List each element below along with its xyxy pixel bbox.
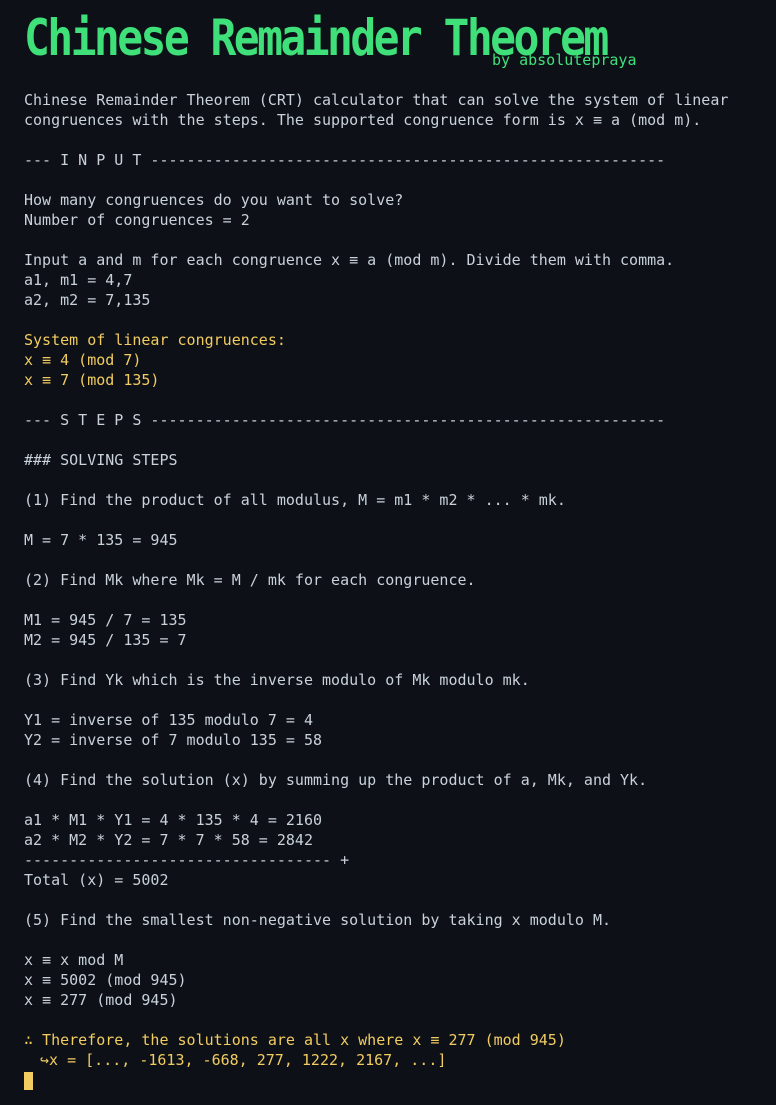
prompt-count: How many congruences do you want to solv… (24, 191, 404, 209)
conclusion-line: ∴ Therefore, the solutions are all x whe… (24, 1031, 566, 1049)
prompt-values: Input a and m for each congruence x ≡ a … (24, 251, 675, 269)
step1-title: (1) Find the product of all modulus, M =… (24, 491, 566, 509)
step2-line-1: M1 = 945 / 7 = 135 (24, 611, 187, 629)
intro-line-1: Chinese Remainder Theorem (CRT) calculat… (24, 91, 729, 109)
step5-line-1: x ≡ x mod M (24, 951, 124, 969)
step3-title: (3) Find Yk which is the inverse modulo … (24, 671, 530, 689)
banner-author: by absolutepraya (492, 51, 637, 69)
step3-line-2: Y2 = inverse of 7 modulo 135 = 58 (24, 731, 323, 749)
step4-line-2: a2 * M2 * Y2 = 7 * 7 * 58 = 2842 (24, 831, 313, 849)
step4-total: Total (x) = 5002 (24, 871, 169, 889)
system-title: System of linear congruences: (24, 331, 286, 349)
solution-list: ↪x = [..., -1613, -668, 277, 1222, 2167,… (40, 1051, 447, 1069)
terminal-output: Chinese Remainder Theorem by absolutepra… (24, 0, 764, 1090)
step4-line-1: a1 * M1 * Y1 = 4 * 135 * 4 = 2160 (24, 811, 323, 829)
step2-line-2: M2 = 945 / 135 = 7 (24, 631, 187, 649)
text-cursor[interactable] (24, 1071, 33, 1090)
solving-title: ### SOLVING STEPS (24, 451, 178, 469)
step5-line-2: x ≡ 5002 (mod 945) (24, 971, 187, 989)
system-line-1: x ≡ 4 (mod 7) (24, 351, 142, 369)
count-line: Number of congruences = 2 (24, 211, 250, 229)
step3-line-1: Y1 = inverse of 135 modulo 7 = 4 (24, 711, 313, 729)
banner: Chinese Remainder Theorem by absolutepra… (24, 0, 764, 84)
step2-title: (2) Find Mk where Mk = M / mk for each c… (24, 571, 476, 589)
step1-line: M = 7 * 135 = 945 (24, 531, 178, 549)
step5-line-3: x ≡ 277 (mod 945) (24, 991, 178, 1009)
input-line-1: a1, m1 = 4,7 (24, 271, 133, 289)
step4-separator: ---------------------------------- + (24, 851, 350, 869)
step4-title: (4) Find the solution (x) by summing up … (24, 771, 648, 789)
intro-line-2: congruences with the steps. The supporte… (24, 111, 702, 129)
step5-title: (5) Find the smallest non-negative solut… (24, 911, 611, 929)
steps-section-header: --- S T E P S --------------------------… (24, 411, 666, 429)
input-section-header: --- I N P U T --------------------------… (24, 151, 666, 169)
system-line-2: x ≡ 7 (mod 135) (24, 371, 160, 389)
prompt-line (24, 1070, 764, 1090)
input-line-2: a2, m2 = 7,135 (24, 291, 151, 309)
